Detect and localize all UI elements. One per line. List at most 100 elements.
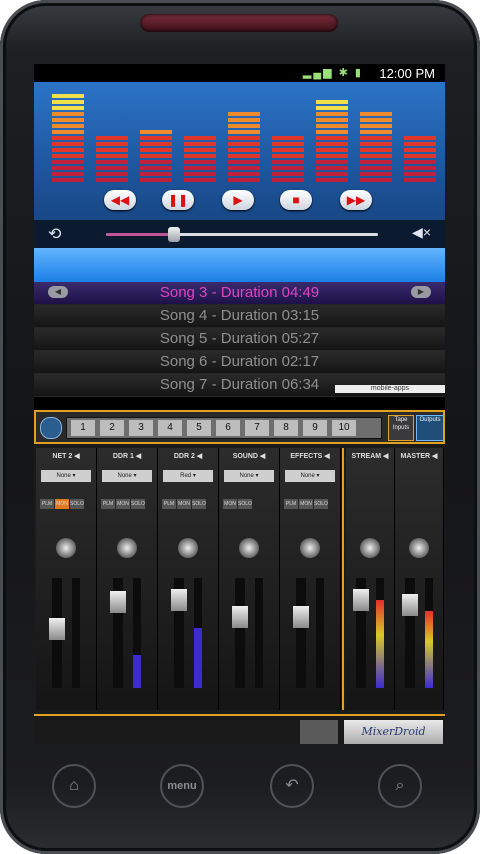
volume-fader[interactable] bbox=[353, 578, 369, 688]
volume-fader[interactable] bbox=[110, 578, 126, 688]
mute-icon[interactable]: ◀× bbox=[412, 224, 431, 241]
prev-page-icon[interactable]: ◀ bbox=[48, 286, 68, 298]
mixer-footer: MixerDroid bbox=[34, 714, 445, 745]
menu-button[interactable]: menu bbox=[160, 764, 204, 808]
equalizer-visualizer: ◀◀ ❚❚ ▶ ■ ▶▶ ⟲ ◀× bbox=[34, 82, 445, 248]
strip-solo-button[interactable]: SOLO bbox=[238, 499, 252, 509]
pan-knob[interactable] bbox=[178, 538, 198, 558]
volume-fader[interactable] bbox=[402, 578, 418, 688]
pan-knob[interactable] bbox=[239, 538, 259, 558]
equalizer-segment bbox=[96, 166, 128, 170]
pan-knob[interactable] bbox=[117, 538, 137, 558]
level-meter-fill bbox=[194, 627, 202, 688]
equalizer-segment bbox=[360, 160, 392, 164]
equalizer-segment bbox=[228, 148, 260, 152]
stop-button[interactable]: ■ bbox=[280, 190, 312, 210]
strip-solo-button[interactable]: SOLO bbox=[192, 499, 206, 509]
fader-cap[interactable] bbox=[353, 588, 369, 611]
volume-fader[interactable] bbox=[293, 578, 309, 688]
status-bar: ▂▄▆ ✱ ▮ 12:00 PM bbox=[34, 64, 445, 82]
repeat-icon[interactable]: ⟲ bbox=[48, 224, 61, 244]
watermark: mobile-apps bbox=[335, 385, 445, 393]
seek-row: ⟲ ◀× bbox=[34, 220, 445, 248]
next-page-icon[interactable]: ▶ bbox=[411, 286, 431, 298]
equalizer-segment bbox=[272, 136, 304, 140]
rewind-button[interactable]: ◀◀ bbox=[104, 190, 136, 210]
equalizer-segment bbox=[140, 154, 172, 158]
channel-number-button[interactable]: 9 bbox=[303, 420, 327, 436]
outputs-button[interactable]: Outputs bbox=[416, 415, 444, 441]
equalizer-segment bbox=[228, 136, 260, 140]
equalizer-segment bbox=[96, 172, 128, 176]
strip-buttons: PLM MON SOLO bbox=[284, 492, 336, 509]
pan-knob[interactable] bbox=[409, 538, 429, 558]
channel-number-button[interactable]: 6 bbox=[216, 420, 240, 436]
input-select[interactable]: None ▾ bbox=[41, 470, 91, 482]
equalizer-segment bbox=[272, 166, 304, 170]
seek-thumb[interactable] bbox=[168, 227, 180, 242]
strip-plm-button[interactable]: PLM bbox=[162, 499, 176, 509]
equalizer-segment bbox=[140, 142, 172, 146]
pan-knob[interactable] bbox=[56, 538, 76, 558]
channel-number-button[interactable]: 4 bbox=[158, 420, 182, 436]
fader-cap[interactable] bbox=[171, 588, 187, 611]
strip-mon-button[interactable]: MON bbox=[116, 499, 130, 509]
channel-number-button[interactable]: 8 bbox=[274, 420, 298, 436]
volume-fader[interactable] bbox=[171, 578, 187, 688]
volume-fader[interactable] bbox=[49, 578, 65, 688]
channel-number-button[interactable]: 1 bbox=[71, 420, 95, 436]
equalizer-segment bbox=[360, 130, 392, 134]
fader-cap[interactable] bbox=[293, 606, 309, 629]
home-button[interactable]: ⌂ bbox=[52, 764, 96, 808]
level-meter bbox=[72, 578, 80, 688]
fader-cap[interactable] bbox=[402, 593, 418, 616]
power-icon[interactable] bbox=[40, 417, 62, 439]
now-playing-bar bbox=[34, 248, 445, 282]
fader-cap[interactable] bbox=[110, 591, 126, 614]
strip-solo-button[interactable]: SOLO bbox=[70, 499, 84, 509]
playlist-item[interactable]: Song 6 - Duration 02:17 bbox=[34, 351, 445, 374]
channel-number-button[interactable]: 10 bbox=[332, 420, 356, 436]
tape-inputs-button[interactable]: Tape Inputs bbox=[388, 415, 414, 441]
level-meter bbox=[255, 578, 263, 688]
pause-button[interactable]: ❚❚ bbox=[162, 190, 194, 210]
strip-mon-button[interactable]: MON bbox=[55, 499, 69, 509]
playlist-item[interactable]: Song 4 - Duration 03:15 bbox=[34, 305, 445, 328]
equalizer-segment bbox=[404, 136, 436, 140]
volume-fader[interactable] bbox=[232, 578, 248, 688]
channel-number-button[interactable]: 2 bbox=[100, 420, 124, 436]
pan-knob[interactable] bbox=[300, 538, 320, 558]
strip-mon-button[interactable]: MON bbox=[223, 499, 237, 509]
channel-number-button[interactable]: 3 bbox=[129, 420, 153, 436]
input-select[interactable]: None ▾ bbox=[285, 470, 335, 482]
pan-knob[interactable] bbox=[360, 538, 380, 558]
strip-plm-button[interactable]: PLM bbox=[101, 499, 115, 509]
strip-solo-button[interactable]: SOLO bbox=[314, 499, 328, 509]
strip-plm-button[interactable]: PLM bbox=[40, 499, 54, 509]
back-button[interactable]: ↶ bbox=[270, 764, 314, 808]
input-select[interactable]: None ▾ bbox=[224, 470, 274, 482]
fast-forward-button[interactable]: ▶▶ bbox=[340, 190, 372, 210]
equalizer-bar bbox=[140, 88, 172, 182]
strip-mon-button[interactable]: MON bbox=[177, 499, 191, 509]
strip-mon-button[interactable]: MON bbox=[299, 499, 313, 509]
scroll-handle[interactable] bbox=[300, 720, 338, 744]
equalizer-segment bbox=[228, 142, 260, 146]
fader-cap[interactable] bbox=[49, 617, 65, 640]
level-meter bbox=[194, 578, 202, 688]
fader-cap[interactable] bbox=[232, 606, 248, 629]
playlist-item[interactable]: Song 5 - Duration 05:27 bbox=[34, 328, 445, 351]
input-select[interactable]: None ▾ bbox=[102, 470, 152, 482]
channel-number-button[interactable]: 7 bbox=[245, 420, 269, 436]
equalizer-segment bbox=[360, 124, 392, 128]
input-select[interactable]: Red ▾ bbox=[163, 470, 213, 482]
equalizer-segment bbox=[184, 148, 216, 152]
play-button[interactable]: ▶ bbox=[222, 190, 254, 210]
master-divider bbox=[342, 448, 344, 710]
seek-bar[interactable] bbox=[106, 227, 378, 242]
strip-solo-button[interactable]: SOLO bbox=[131, 499, 145, 509]
playlist-item[interactable]: Song 3 - Duration 04:49 ◀ ▶ bbox=[34, 282, 445, 305]
search-button[interactable]: ⌕ bbox=[378, 764, 422, 808]
strip-plm-button[interactable]: PLM bbox=[284, 499, 298, 509]
channel-number-button[interactable]: 5 bbox=[187, 420, 211, 436]
